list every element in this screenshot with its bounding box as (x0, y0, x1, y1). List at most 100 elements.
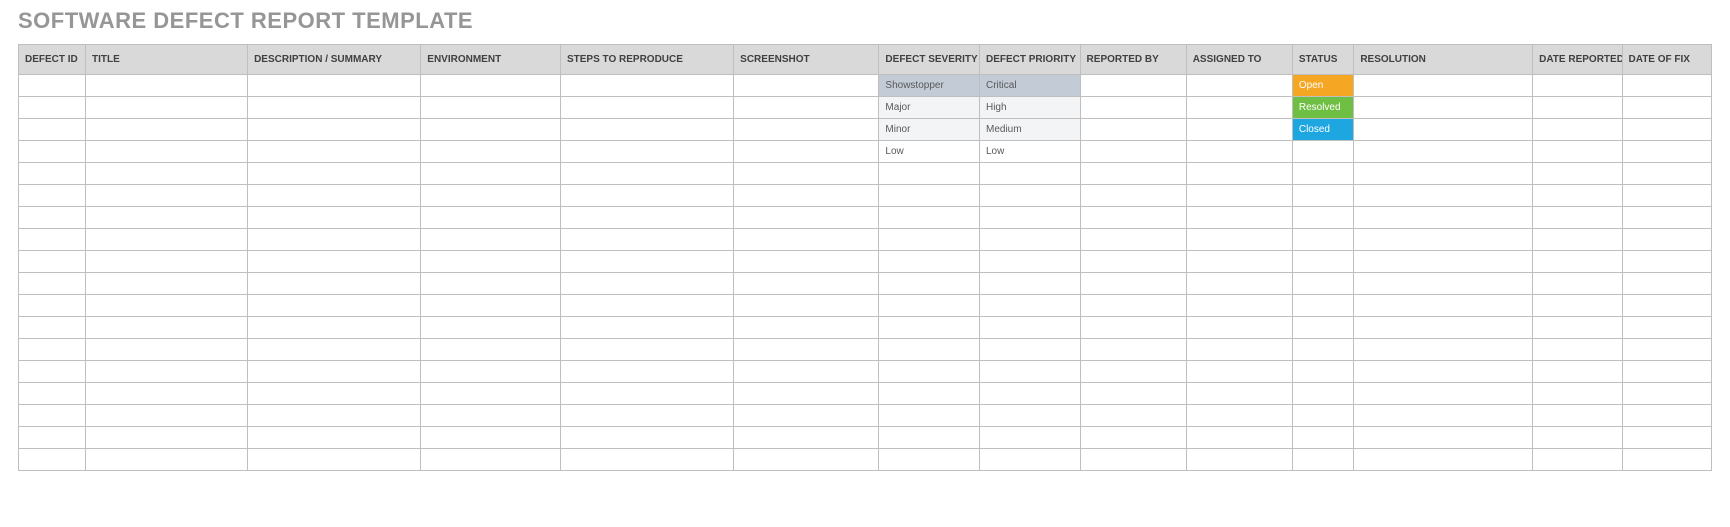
cell-defect-id[interactable] (19, 141, 86, 163)
cell-priority[interactable] (979, 207, 1080, 229)
cell-date-of-fix[interactable] (1622, 383, 1712, 405)
cell-reported-by[interactable] (1080, 119, 1186, 141)
cell-severity[interactable] (879, 295, 980, 317)
cell-status[interactable]: Open (1292, 75, 1353, 97)
cell-date-reported[interactable] (1533, 185, 1622, 207)
cell-environment[interactable] (421, 97, 561, 119)
cell-description[interactable] (248, 317, 421, 339)
cell-status[interactable] (1292, 383, 1353, 405)
cell-defect-id[interactable] (19, 317, 86, 339)
cell-severity[interactable]: Major (879, 97, 980, 119)
cell-steps[interactable] (560, 119, 733, 141)
cell-status[interactable] (1292, 339, 1353, 361)
cell-status[interactable] (1292, 405, 1353, 427)
cell-resolution[interactable] (1354, 405, 1533, 427)
cell-resolution[interactable] (1354, 251, 1533, 273)
cell-description[interactable] (248, 141, 421, 163)
cell-environment[interactable] (421, 273, 561, 295)
cell-title[interactable] (86, 119, 248, 141)
cell-assigned-to[interactable] (1186, 383, 1292, 405)
cell-assigned-to[interactable] (1186, 207, 1292, 229)
cell-screenshot[interactable] (734, 119, 879, 141)
cell-severity[interactable]: Low (879, 141, 980, 163)
cell-steps[interactable] (560, 185, 733, 207)
cell-assigned-to[interactable] (1186, 185, 1292, 207)
cell-environment[interactable] (421, 119, 561, 141)
cell-title[interactable] (86, 207, 248, 229)
cell-screenshot[interactable] (734, 75, 879, 97)
cell-date-of-fix[interactable] (1622, 361, 1712, 383)
cell-title[interactable] (86, 163, 248, 185)
cell-date-of-fix[interactable] (1622, 97, 1712, 119)
cell-steps[interactable] (560, 339, 733, 361)
cell-priority[interactable]: Critical (979, 75, 1080, 97)
cell-severity[interactable] (879, 185, 980, 207)
cell-description[interactable] (248, 383, 421, 405)
cell-date-of-fix[interactable] (1622, 185, 1712, 207)
cell-date-of-fix[interactable] (1622, 207, 1712, 229)
cell-environment[interactable] (421, 163, 561, 185)
cell-date-reported[interactable] (1533, 361, 1622, 383)
cell-status[interactable] (1292, 185, 1353, 207)
cell-title[interactable] (86, 449, 248, 471)
cell-resolution[interactable] (1354, 427, 1533, 449)
cell-description[interactable] (248, 75, 421, 97)
cell-date-reported[interactable] (1533, 339, 1622, 361)
cell-steps[interactable] (560, 251, 733, 273)
cell-date-of-fix[interactable] (1622, 273, 1712, 295)
cell-date-of-fix[interactable] (1622, 405, 1712, 427)
cell-status[interactable] (1292, 251, 1353, 273)
cell-assigned-to[interactable] (1186, 273, 1292, 295)
cell-environment[interactable] (421, 449, 561, 471)
cell-defect-id[interactable] (19, 427, 86, 449)
cell-assigned-to[interactable] (1186, 295, 1292, 317)
cell-steps[interactable] (560, 405, 733, 427)
cell-date-of-fix[interactable] (1622, 75, 1712, 97)
cell-environment[interactable] (421, 405, 561, 427)
cell-title[interactable] (86, 317, 248, 339)
cell-reported-by[interactable] (1080, 383, 1186, 405)
cell-title[interactable] (86, 405, 248, 427)
cell-defect-id[interactable] (19, 405, 86, 427)
cell-steps[interactable] (560, 317, 733, 339)
cell-environment[interactable] (421, 251, 561, 273)
cell-environment[interactable] (421, 339, 561, 361)
cell-defect-id[interactable] (19, 383, 86, 405)
cell-status[interactable] (1292, 141, 1353, 163)
cell-status[interactable] (1292, 273, 1353, 295)
cell-date-reported[interactable] (1533, 295, 1622, 317)
cell-title[interactable] (86, 251, 248, 273)
cell-date-reported[interactable] (1533, 229, 1622, 251)
cell-priority[interactable] (979, 361, 1080, 383)
cell-date-reported[interactable] (1533, 273, 1622, 295)
cell-severity[interactable] (879, 427, 980, 449)
cell-steps[interactable] (560, 163, 733, 185)
cell-defect-id[interactable] (19, 185, 86, 207)
cell-screenshot[interactable] (734, 427, 879, 449)
cell-assigned-to[interactable] (1186, 339, 1292, 361)
cell-date-reported[interactable] (1533, 119, 1622, 141)
cell-reported-by[interactable] (1080, 75, 1186, 97)
cell-priority[interactable] (979, 273, 1080, 295)
cell-date-of-fix[interactable] (1622, 251, 1712, 273)
cell-screenshot[interactable] (734, 361, 879, 383)
cell-screenshot[interactable] (734, 97, 879, 119)
cell-environment[interactable] (421, 141, 561, 163)
cell-severity[interactable] (879, 449, 980, 471)
cell-date-reported[interactable] (1533, 383, 1622, 405)
cell-description[interactable] (248, 119, 421, 141)
cell-severity[interactable] (879, 273, 980, 295)
cell-defect-id[interactable] (19, 251, 86, 273)
cell-priority[interactable] (979, 251, 1080, 273)
cell-steps[interactable] (560, 361, 733, 383)
cell-screenshot[interactable] (734, 339, 879, 361)
cell-steps[interactable] (560, 273, 733, 295)
cell-date-reported[interactable] (1533, 97, 1622, 119)
cell-defect-id[interactable] (19, 229, 86, 251)
cell-description[interactable] (248, 361, 421, 383)
cell-screenshot[interactable] (734, 141, 879, 163)
cell-priority[interactable] (979, 449, 1080, 471)
cell-severity[interactable] (879, 163, 980, 185)
cell-assigned-to[interactable] (1186, 251, 1292, 273)
cell-reported-by[interactable] (1080, 427, 1186, 449)
